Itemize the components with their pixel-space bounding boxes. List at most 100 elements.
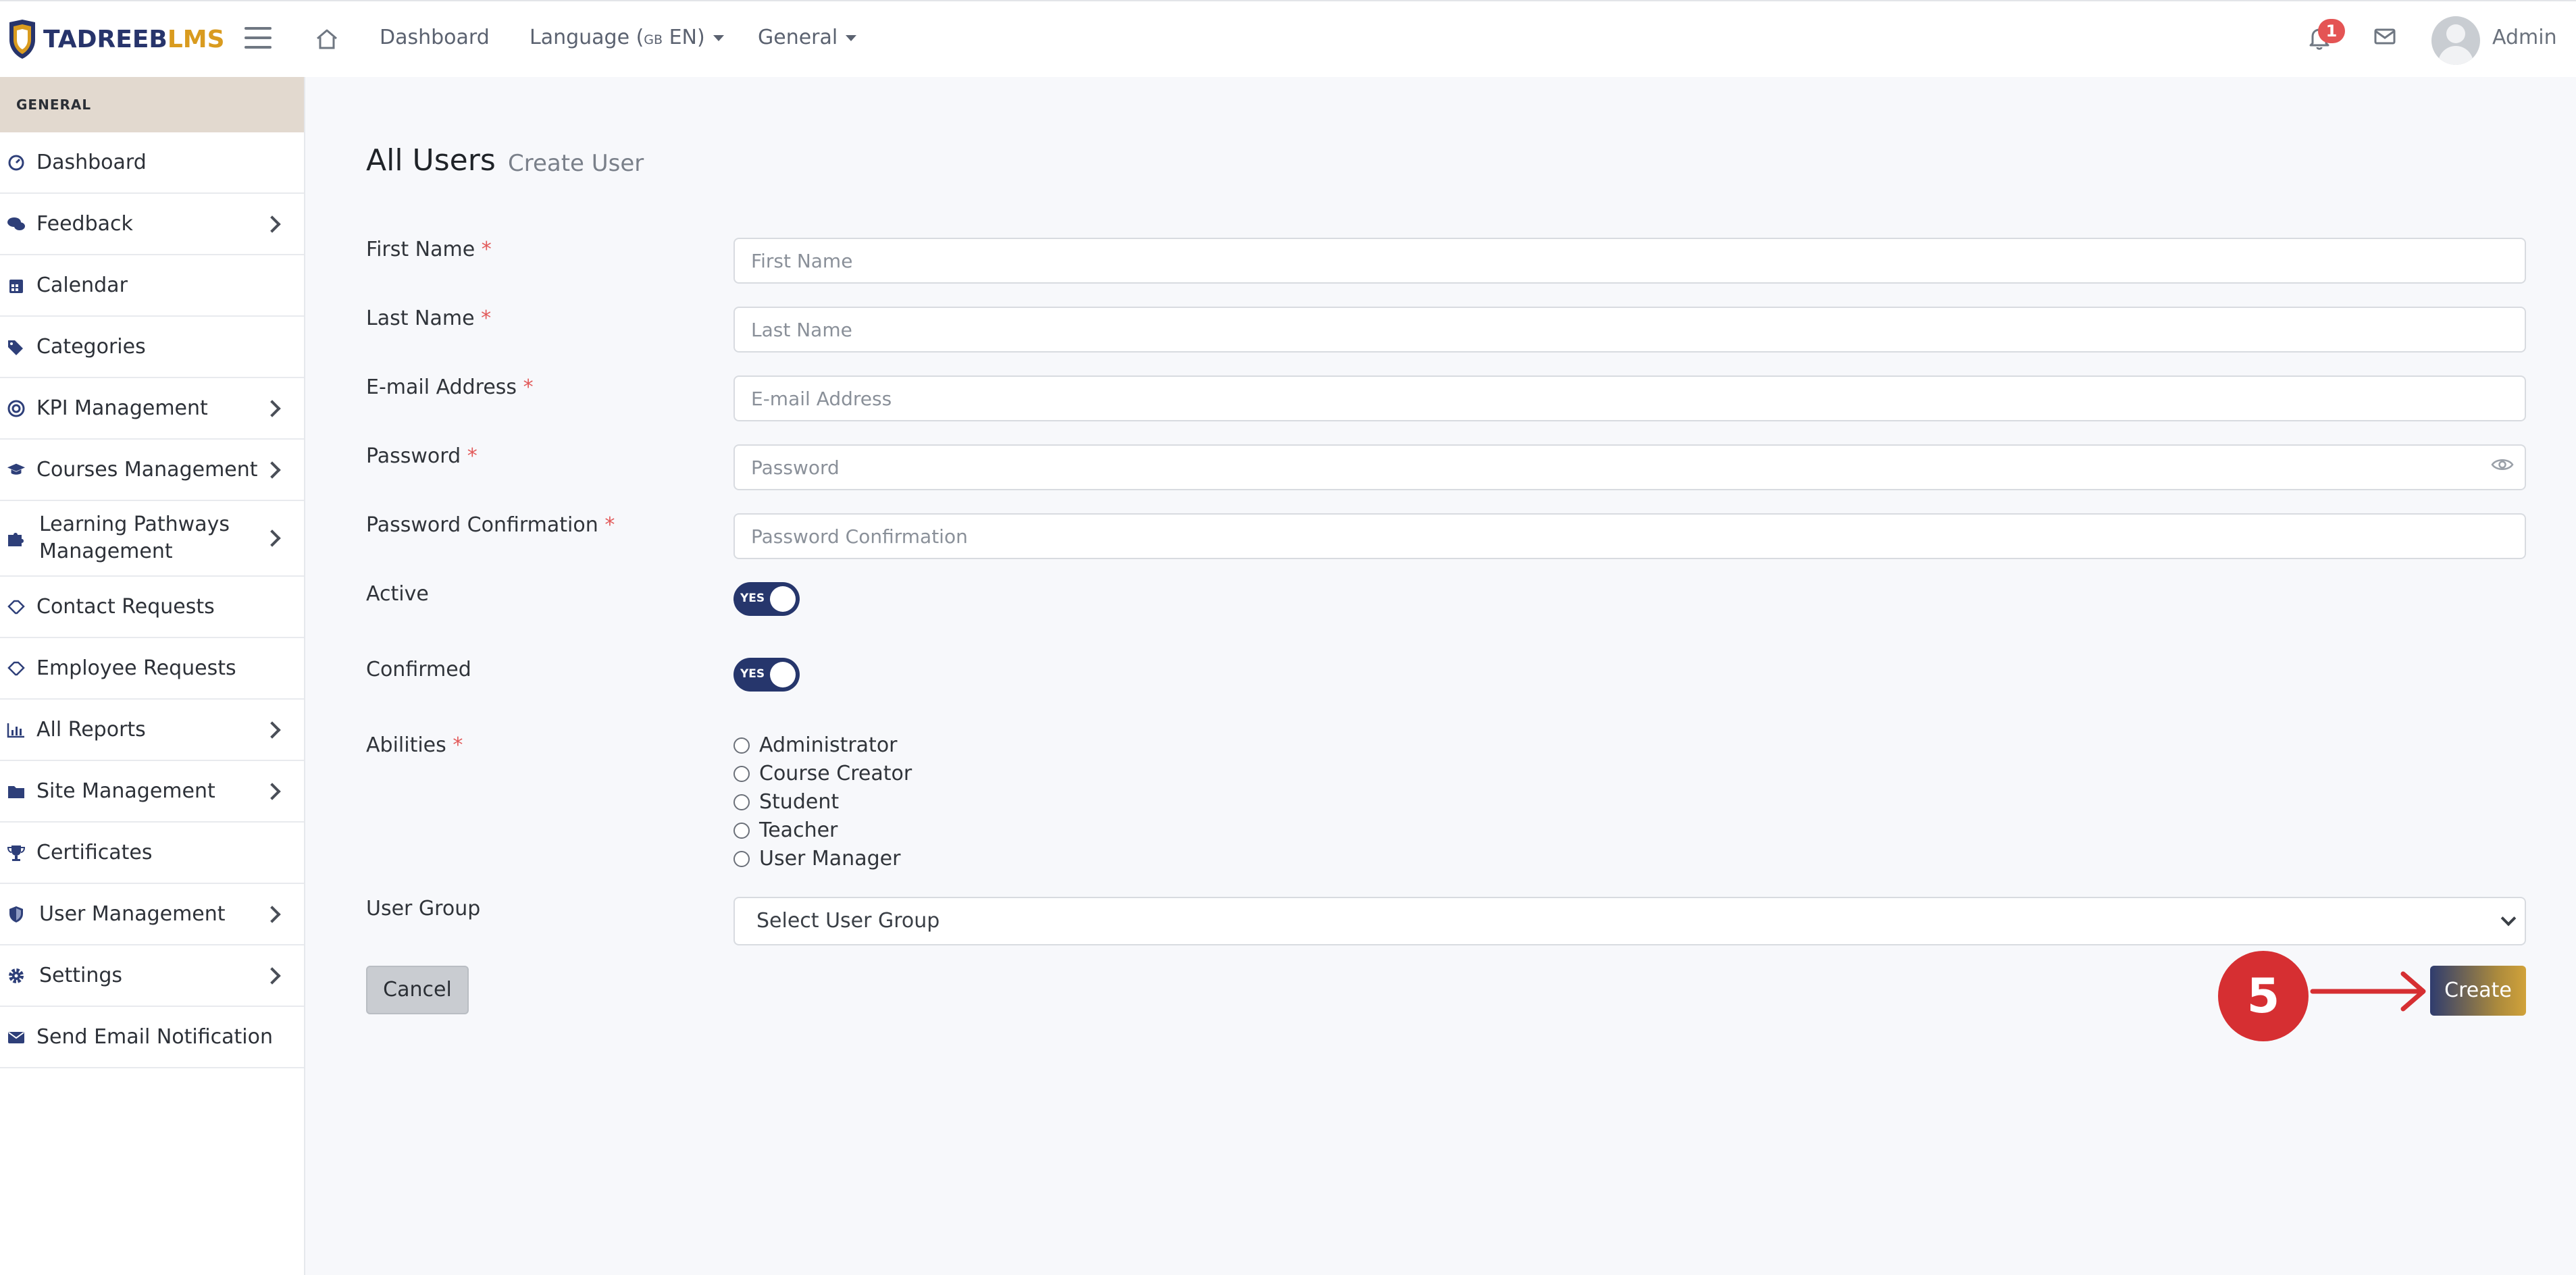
required-mark: * xyxy=(481,238,492,261)
chevron-right-icon xyxy=(263,461,281,479)
cancel-button[interactable]: Cancel xyxy=(366,966,469,1014)
sidebar-item-courses-management[interactable]: Courses Management xyxy=(0,440,304,501)
ability-option-teacher[interactable]: Teacher xyxy=(733,818,838,842)
user-group-select[interactable]: Select User Group xyxy=(733,897,2526,945)
password-confirmation-input[interactable] xyxy=(733,513,2526,559)
password-confirmation-label: Password Confirmation * xyxy=(366,513,615,537)
sidebar-item-kpi-management[interactable]: KPI Management xyxy=(0,378,304,440)
language-dropdown[interactable]: Language (GB EN) xyxy=(530,26,724,49)
chevron-right-icon xyxy=(263,215,281,233)
ability-option-label: Teacher xyxy=(759,818,838,842)
user-name[interactable]: Admin xyxy=(2492,26,2557,49)
first-name-input[interactable] xyxy=(733,238,2526,284)
active-toggle[interactable]: YES xyxy=(733,582,800,616)
sidebar-item-contact-requests[interactable]: Contact Requests xyxy=(0,577,304,638)
graduation-cap-icon xyxy=(7,461,26,479)
required-mark: * xyxy=(481,307,492,330)
required-mark: * xyxy=(604,513,615,537)
sidebar-item-settings[interactable]: Settings xyxy=(0,945,304,1007)
brand-name-part2: LMS xyxy=(167,25,225,53)
nav-dashboard-link[interactable]: Dashboard xyxy=(380,26,490,49)
toggle-knob xyxy=(770,662,796,687)
chevron-right-icon xyxy=(263,399,281,417)
home-icon[interactable] xyxy=(313,26,340,53)
sidebar-item-label: Dashboard xyxy=(36,150,147,174)
sidebar-item-label: Feedback xyxy=(36,211,133,236)
abilities-label: Abilities * xyxy=(366,733,463,757)
sidebar-item-all-reports[interactable]: All Reports xyxy=(0,700,304,761)
ability-option-user-manager[interactable]: User Manager xyxy=(733,847,900,870)
sidebar-item-label: Send Email Notification xyxy=(36,1024,273,1049)
tags-icon xyxy=(7,338,26,357)
sidebar-item-dashboard[interactable]: Dashboard xyxy=(0,132,304,194)
password-input[interactable] xyxy=(733,444,2526,490)
required-mark: * xyxy=(467,444,478,468)
ability-option-label: Course Creator xyxy=(759,762,912,785)
ability-option-label: User Manager xyxy=(759,847,901,870)
mail-icon[interactable] xyxy=(2373,27,2396,46)
brand-logo[interactable]: TADREEBLMS xyxy=(7,18,225,61)
password-confirmation-label-text: Password Confirmation xyxy=(366,513,598,537)
sidebar-item-categories[interactable]: Categories xyxy=(0,317,304,378)
create-button[interactable]: Create xyxy=(2430,966,2526,1016)
page-title: All Users xyxy=(366,143,496,178)
general-dropdown[interactable]: General xyxy=(758,26,857,49)
required-mark: * xyxy=(523,375,534,399)
sidebar-item-label: Employee Requests xyxy=(36,656,236,680)
email-label: E-mail Address * xyxy=(366,375,534,399)
abilities-label-text: Abilities xyxy=(366,733,446,757)
last-name-label-text: Last Name xyxy=(366,307,475,330)
confirmed-toggle[interactable]: YES xyxy=(733,658,800,692)
brand-name-part1: TADREEB xyxy=(43,25,168,53)
eye-icon[interactable] xyxy=(2491,457,2514,473)
trophy-icon xyxy=(7,843,26,862)
radio-button[interactable] xyxy=(733,765,750,782)
handshake-icon xyxy=(7,659,26,678)
sidebar-section-header: GENERAL xyxy=(0,77,304,132)
sidebar-item-label: Certificates xyxy=(36,840,153,864)
shield-icon xyxy=(7,905,26,924)
radio-button[interactable] xyxy=(733,822,750,839)
sidebar-item-calendar[interactable]: Calendar xyxy=(0,255,304,317)
gear-icon xyxy=(7,966,26,985)
ability-option-administrator[interactable]: Administrator xyxy=(733,733,898,757)
user-group-label: User Group xyxy=(366,897,481,920)
ability-option-student[interactable]: Student xyxy=(733,790,839,814)
ability-option-course-creator[interactable]: Course Creator xyxy=(733,762,912,785)
user-avatar[interactable] xyxy=(2431,16,2480,65)
step-number-marker: 5 xyxy=(2218,951,2309,1041)
sidebar-item-label: Categories xyxy=(36,334,146,359)
radio-button[interactable] xyxy=(733,737,750,754)
language-flag: GB xyxy=(644,32,663,47)
sidebar-item-label: Learning Pathways Management xyxy=(39,513,230,563)
bar-chart-icon xyxy=(7,721,26,739)
chevron-right-icon xyxy=(263,529,281,547)
radio-button[interactable] xyxy=(733,850,750,867)
sidebar-item-send-email-notification[interactable]: Send Email Notification xyxy=(0,1007,304,1068)
sidebar-item-employee-requests[interactable]: Employee Requests xyxy=(0,638,304,700)
radio-button[interactable] xyxy=(733,793,750,810)
sidebar-item-user-management[interactable]: User Management xyxy=(0,884,304,945)
red-arrow-icon xyxy=(2310,971,2426,1012)
required-mark: * xyxy=(453,733,463,757)
chevron-down-icon xyxy=(2500,910,2517,927)
sidebar: GENERAL Dashboard Feedback Calendar Cate… xyxy=(0,77,305,1275)
email-input[interactable] xyxy=(733,375,2526,421)
sidebar-item-certificates[interactable]: Certificates xyxy=(0,823,304,884)
sidebar-item-label: Calendar xyxy=(36,273,128,297)
notification-count-badge: 1 xyxy=(2318,19,2345,43)
sidebar-item-learning-pathways[interactable]: Learning Pathways Management xyxy=(0,501,304,577)
menu-toggle-icon[interactable] xyxy=(244,27,272,51)
sidebar-item-label: All Reports xyxy=(36,717,146,741)
sidebar-item-label: Site Management xyxy=(36,779,215,803)
sidebar-item-feedback[interactable]: Feedback xyxy=(0,194,304,255)
first-name-label-text: First Name xyxy=(366,238,475,261)
top-navbar: TADREEBLMS Dashboard Language (GB EN) Ge… xyxy=(0,0,2576,77)
gauge-icon xyxy=(7,153,26,172)
comments-icon xyxy=(7,215,26,234)
sidebar-item-label: User Management xyxy=(39,902,226,926)
last-name-input[interactable] xyxy=(733,307,2526,353)
caret-down-icon xyxy=(846,35,857,41)
page-subtitle: Create User xyxy=(508,150,644,177)
sidebar-item-site-management[interactable]: Site Management xyxy=(0,761,304,823)
